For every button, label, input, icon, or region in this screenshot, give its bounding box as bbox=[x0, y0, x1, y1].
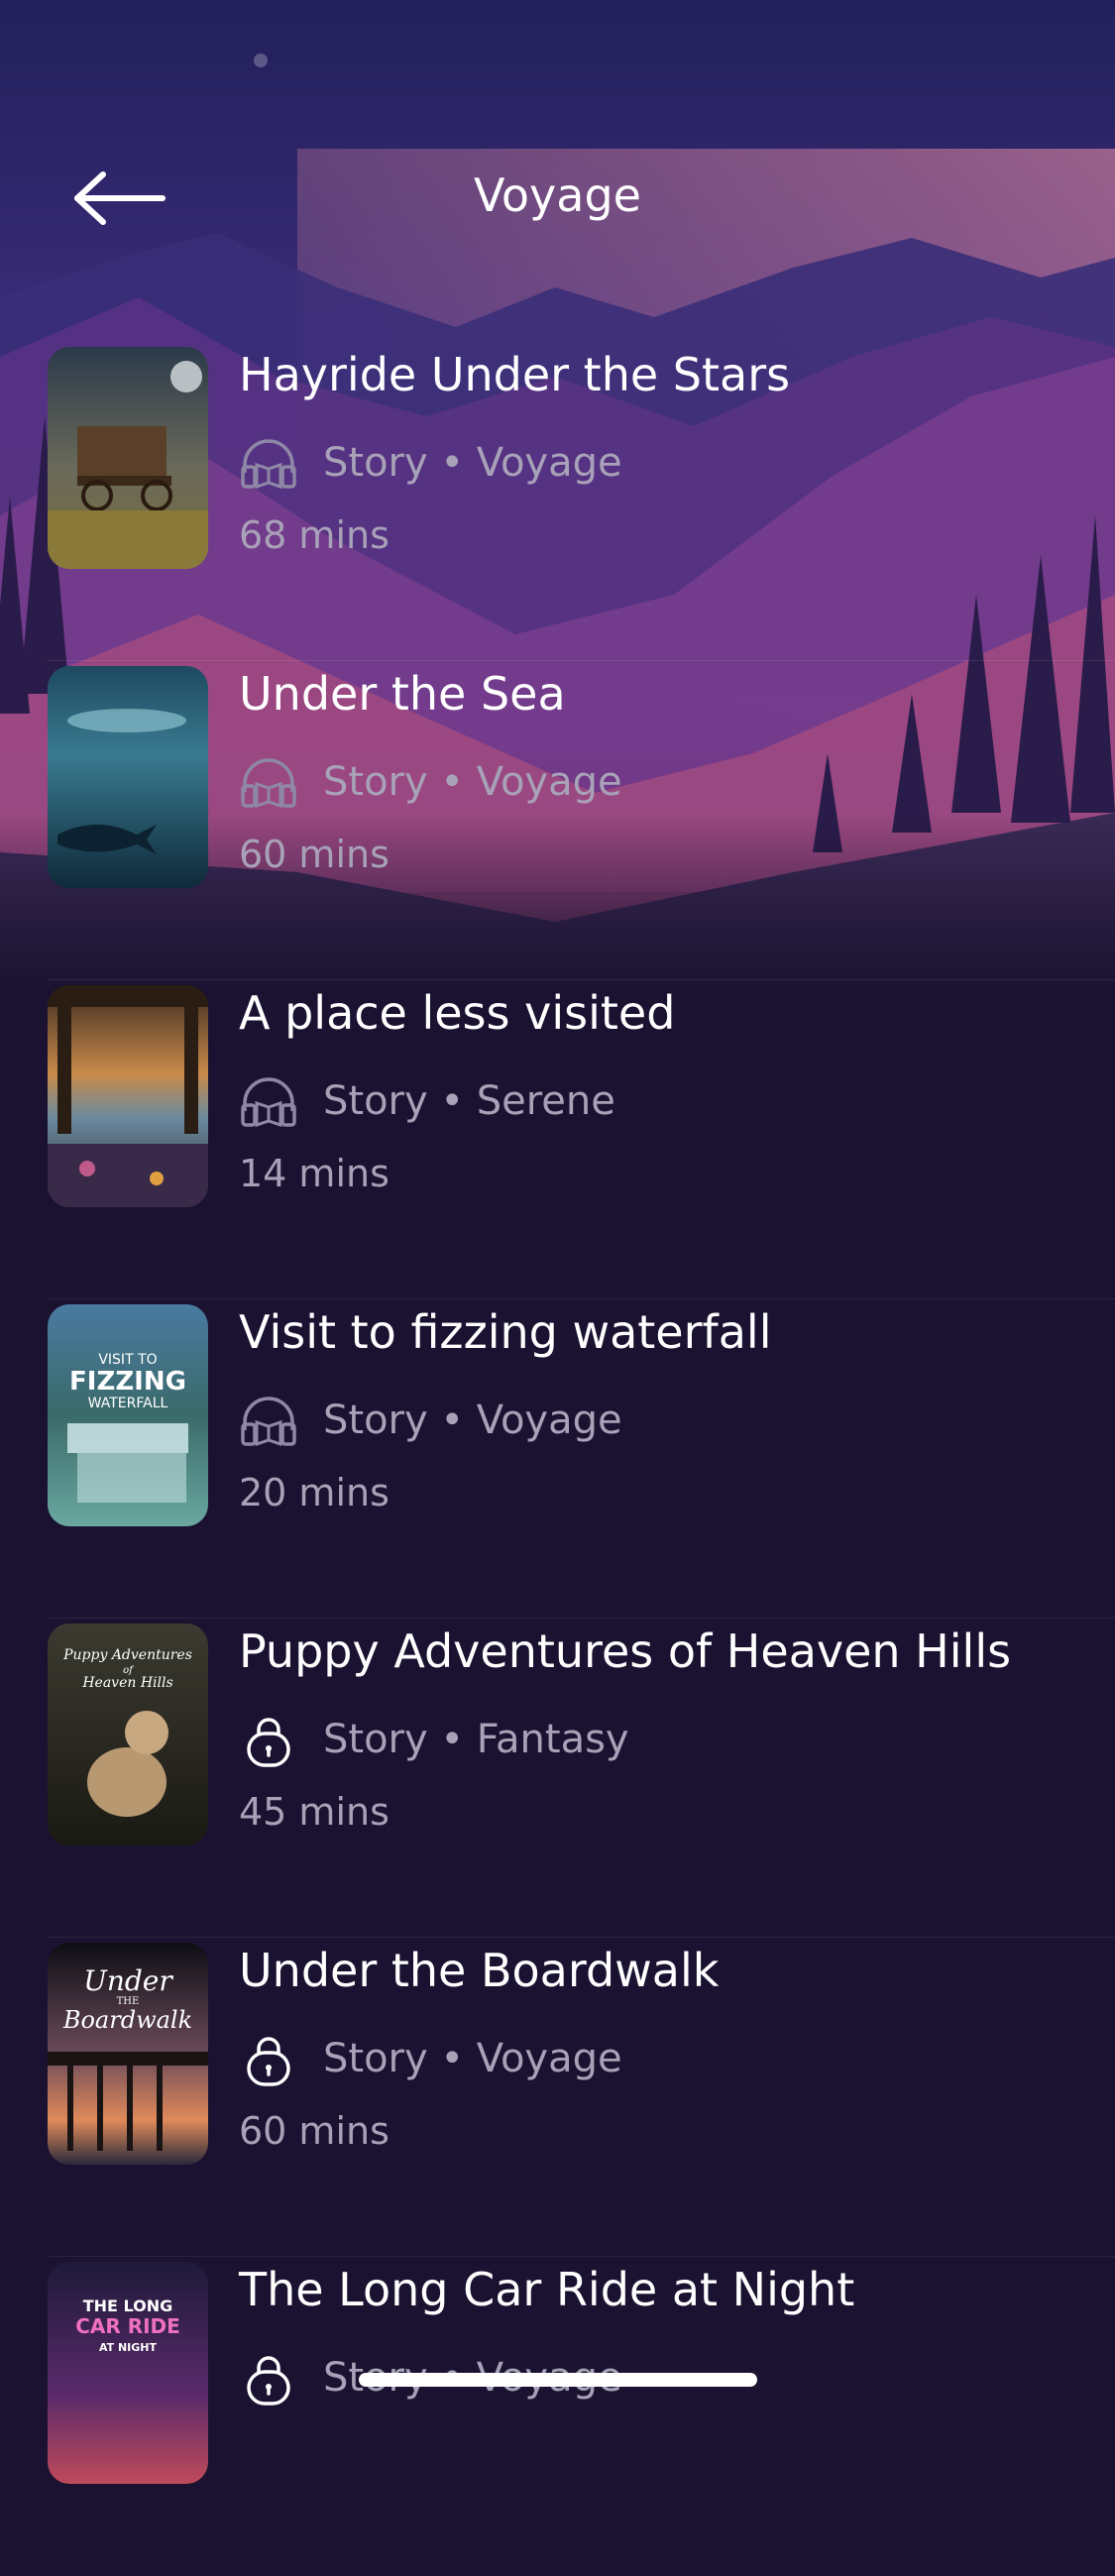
lock-icon bbox=[239, 1712, 298, 1767]
cover-text: FIZZING bbox=[69, 1367, 186, 1397]
item-title: The Long Car Ride at Night bbox=[239, 2263, 855, 2316]
headphones-icon bbox=[239, 1073, 298, 1129]
cover-image bbox=[48, 347, 208, 569]
cover-image bbox=[48, 985, 208, 1207]
item-duration: 60 mins bbox=[239, 2109, 390, 2153]
item-title: Under the Sea bbox=[239, 667, 566, 721]
item-category: Story • Voyage bbox=[323, 1398, 622, 1443]
item-meta: Story • Voyage bbox=[239, 754, 622, 810]
cover-text: Puppy Adventures bbox=[62, 1647, 192, 1663]
home-indicator[interactable] bbox=[359, 2373, 757, 2387]
item-duration: 60 mins bbox=[239, 833, 390, 876]
item-meta: Story • Voyage bbox=[239, 1393, 622, 1448]
list-item[interactable]: Under THE Boardwalk Under the Boardwalk … bbox=[0, 1938, 1115, 2257]
headphones-icon bbox=[239, 754, 298, 810]
item-meta: Story • Serene bbox=[239, 1073, 615, 1129]
list-item[interactable]: A place less visited Story • Serene 14 m… bbox=[0, 980, 1115, 1299]
cover-text: THE LONG bbox=[83, 2296, 173, 2315]
item-category: Story • Voyage bbox=[323, 759, 622, 805]
list-item[interactable]: Hayride Under the Stars Story • Voyage 6… bbox=[0, 342, 1115, 661]
item-title: Visit to fizzing waterfall bbox=[239, 1305, 772, 1359]
page-title: Voyage bbox=[474, 168, 641, 222]
cover-text: Heaven Hills bbox=[81, 1675, 172, 1691]
cover-image: THE LONG CAR RIDE AT NIGHT bbox=[48, 2262, 208, 2484]
cover-image: Under THE Boardwalk bbox=[48, 1943, 208, 2165]
item-title: A place less visited bbox=[239, 986, 676, 1040]
cover-text: VISIT TO bbox=[98, 1352, 157, 1368]
list-item[interactable]: THE LONG CAR RIDE AT NIGHT The Long Car … bbox=[0, 2257, 1115, 2576]
camera-dot bbox=[254, 54, 268, 67]
cover-image bbox=[48, 666, 208, 888]
item-category: Story • Serene bbox=[323, 1078, 615, 1124]
item-duration: 45 mins bbox=[239, 1790, 390, 1834]
cover-text: WATERFALL bbox=[88, 1396, 168, 1411]
cover-text: AT NIGHT bbox=[99, 2341, 158, 2354]
item-duration: 68 mins bbox=[239, 513, 390, 557]
item-category: Story • Voyage bbox=[323, 2036, 622, 2081]
story-list: Hayride Under the Stars Story • Voyage 6… bbox=[0, 342, 1115, 2576]
item-category: Story • Voyage bbox=[323, 440, 622, 486]
item-category: Story • Fantasy bbox=[323, 1717, 629, 1762]
item-meta: Story • Voyage bbox=[239, 2031, 622, 2086]
item-title: Puppy Adventures of Heaven Hills bbox=[239, 1624, 1012, 1678]
cover-image: Puppy Adventures of Heaven Hills bbox=[48, 1624, 208, 1846]
lock-icon bbox=[239, 2031, 298, 2086]
item-meta: Story • Voyage bbox=[239, 435, 622, 491]
headphones-icon bbox=[239, 1393, 298, 1448]
list-item[interactable]: Puppy Adventures of Heaven Hills Puppy A… bbox=[0, 1619, 1115, 1938]
cover-text: Under bbox=[83, 1964, 173, 1997]
lock-icon bbox=[239, 2350, 298, 2406]
item-duration: 14 mins bbox=[239, 1152, 390, 1195]
list-item[interactable]: VISIT TO FIZZING WATERFALL Visit to fizz… bbox=[0, 1299, 1115, 1619]
header: Voyage bbox=[0, 149, 1115, 248]
item-duration: 20 mins bbox=[239, 1471, 390, 1514]
list-item[interactable]: Under the Sea Story • Voyage 60 mins bbox=[0, 661, 1115, 980]
item-title: Under the Boardwalk bbox=[239, 1944, 720, 1997]
cover-image: VISIT TO FIZZING WATERFALL bbox=[48, 1304, 208, 1526]
cover-text: Boardwalk bbox=[62, 2006, 192, 2034]
cover-text: CAR RIDE bbox=[75, 2314, 180, 2338]
item-meta: Story • Fantasy bbox=[239, 1712, 629, 1767]
headphones-icon bbox=[239, 435, 298, 491]
item-title: Hayride Under the Stars bbox=[239, 348, 791, 401]
